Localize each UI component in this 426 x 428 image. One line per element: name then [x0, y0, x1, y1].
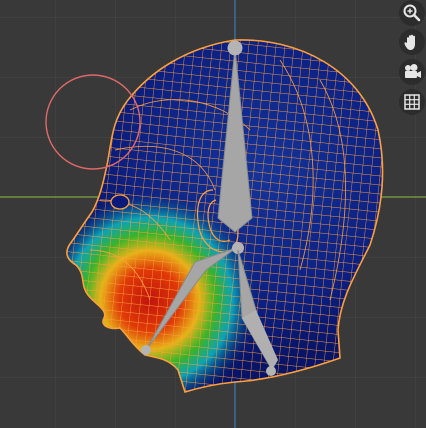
scene-canvas[interactable] — [0, 0, 426, 428]
eye-outline — [110, 194, 130, 210]
zoom-button[interactable] — [399, 0, 425, 26]
camera-view-button[interactable] — [399, 59, 425, 85]
zoom-icon — [402, 3, 422, 23]
3d-viewport[interactable] — [0, 0, 426, 428]
pan-button[interactable] — [399, 29, 425, 55]
camera-icon — [402, 62, 422, 82]
grid-ortho-icon — [402, 92, 422, 112]
hand-pan-icon — [402, 32, 422, 52]
orthographic-toggle-button[interactable] — [399, 89, 425, 115]
